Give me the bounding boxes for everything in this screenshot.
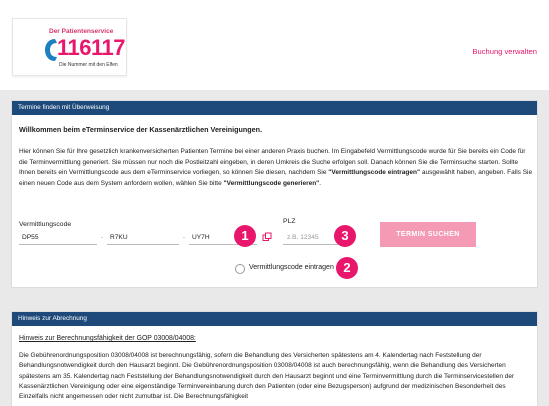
search-panel-title: Termine finden mit Überweisung xyxy=(12,101,537,115)
logo-number: 116117 xyxy=(57,35,125,60)
step-badge-1: 1 xyxy=(234,225,256,247)
enter-code-radio[interactable] xyxy=(235,264,245,274)
step-badge-3: 3 xyxy=(334,225,356,247)
enter-code-radio-label[interactable]: Vermittlungscode eintragen xyxy=(249,264,334,271)
step-badge-2: 2 xyxy=(336,257,358,279)
plz-label: PLZ xyxy=(283,218,296,225)
code-separator-1: . xyxy=(101,233,103,240)
copy-icon[interactable] xyxy=(262,232,272,242)
manage-booking-link[interactable]: Buchung verwalten xyxy=(472,47,537,56)
code-separator-2: . xyxy=(183,233,185,240)
search-appointment-button[interactable]: TERMIN SUCHEN xyxy=(380,222,476,247)
hint-subtitle: Hinweis zur Berechnungsfähigkeit der GOP… xyxy=(19,335,196,342)
code-field-1[interactable]: DP55 xyxy=(19,231,97,245)
code-field-2[interactable]: R7KU xyxy=(107,231,179,245)
search-panel: Termine finden mit Überweisung Willkomme… xyxy=(11,100,538,288)
intro-bold-generate-code: "Vermittlungscode generieren" xyxy=(223,179,320,187)
intro-bold-enter-code: "Vermittlungscode eintragen" xyxy=(328,169,421,176)
page: Der Patientenservice 116117 Die Nummer m… xyxy=(0,0,549,406)
hint-text: Die Gebührenordnungsposition 03008/04008… xyxy=(19,352,515,401)
header: Der Patientenservice 116117 Die Nummer m… xyxy=(0,0,549,90)
logo-116117[interactable]: Der Patientenservice 116117 Die Nummer m… xyxy=(12,18,127,76)
intro-text-part-3: . xyxy=(319,179,322,187)
intro-text: Hier können Sie für Ihre gesetzlich kran… xyxy=(19,147,534,189)
plz-input[interactable]: z.B. 12345 xyxy=(283,231,338,245)
hint-panel: Hinweis zur Abrechnung Hinweis zur Berec… xyxy=(11,311,538,406)
welcome-heading: Willkommen beim eTerminservice der Kasse… xyxy=(19,125,263,134)
logo-tagline: Die Nummer mit den Elfen xyxy=(59,62,118,68)
logo-top-text: Der Patientenservice xyxy=(49,28,114,35)
hint-panel-title: Hinweis zur Abrechnung xyxy=(12,312,537,326)
code-label: Vermittlungscode xyxy=(19,221,72,228)
